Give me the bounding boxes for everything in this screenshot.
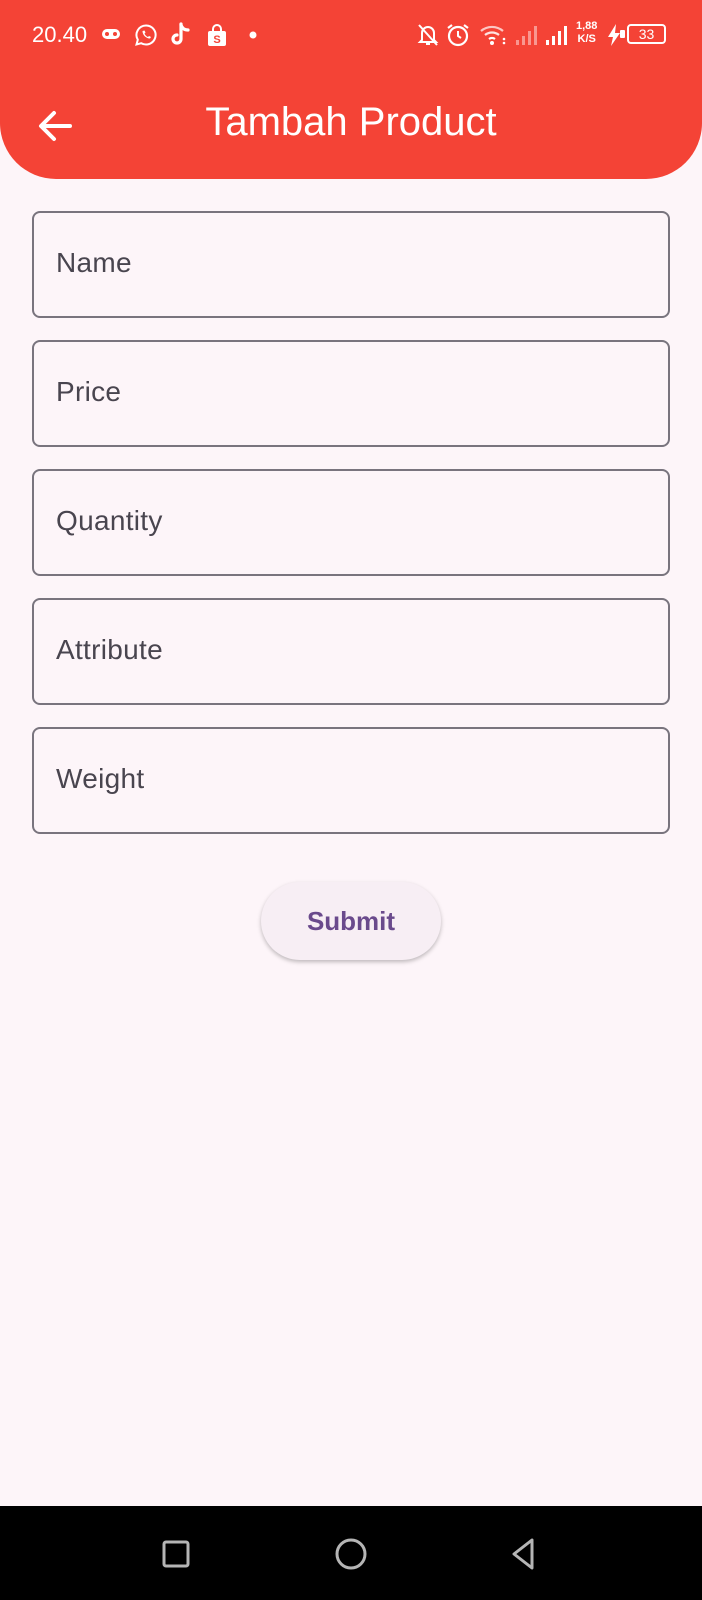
mute-icon xyxy=(417,24,439,46)
battery-icon: 33 xyxy=(627,24,666,44)
price-field[interactable]: Price xyxy=(32,340,670,447)
svg-text:S: S xyxy=(213,34,220,46)
signal-icon xyxy=(546,26,567,45)
shopping-bag-icon: S xyxy=(208,24,226,46)
home-icon[interactable] xyxy=(329,1532,373,1576)
weight-field-label: Weight xyxy=(56,763,145,794)
status-bar: 20.40 S 1,88 K/S 33 xyxy=(0,0,702,72)
network-speed-unit: K/S xyxy=(577,33,596,45)
quantity-field[interactable]: Quantity xyxy=(32,469,670,576)
price-field-label: Price xyxy=(56,376,122,407)
signal-icon xyxy=(516,26,537,45)
page-title: Tambah Product xyxy=(205,100,497,144)
weight-field[interactable]: Weight xyxy=(32,727,670,834)
notification-dot xyxy=(249,31,257,39)
alarm-icon xyxy=(447,24,469,47)
battery-cap xyxy=(620,30,625,38)
app-bar: 20.40 S 1,88 K/S 33 Tambah Product xyxy=(0,0,702,179)
battery-level: 33 xyxy=(638,26,655,42)
name-field-label: Name xyxy=(56,247,132,278)
name-field[interactable]: Name xyxy=(32,211,670,318)
recents-icon[interactable] xyxy=(154,1532,198,1576)
tiktok-icon xyxy=(171,22,190,45)
attribute-field[interactable]: Attribute xyxy=(32,598,670,705)
status-time: 20.40 xyxy=(32,22,88,47)
wifi-icon xyxy=(480,25,506,45)
whatsapp-icon xyxy=(135,24,157,46)
system-nav-bar xyxy=(0,1506,702,1600)
quantity-field-label: Quantity xyxy=(56,505,163,536)
network-speed: 1,88 K/S xyxy=(576,20,597,46)
network-speed-value: 1,88 xyxy=(576,20,598,32)
game-icon xyxy=(102,29,120,39)
submit-button[interactable]: Submit xyxy=(261,882,441,960)
attribute-field-label: Attribute xyxy=(56,634,163,665)
back-icon[interactable] xyxy=(502,1532,546,1576)
